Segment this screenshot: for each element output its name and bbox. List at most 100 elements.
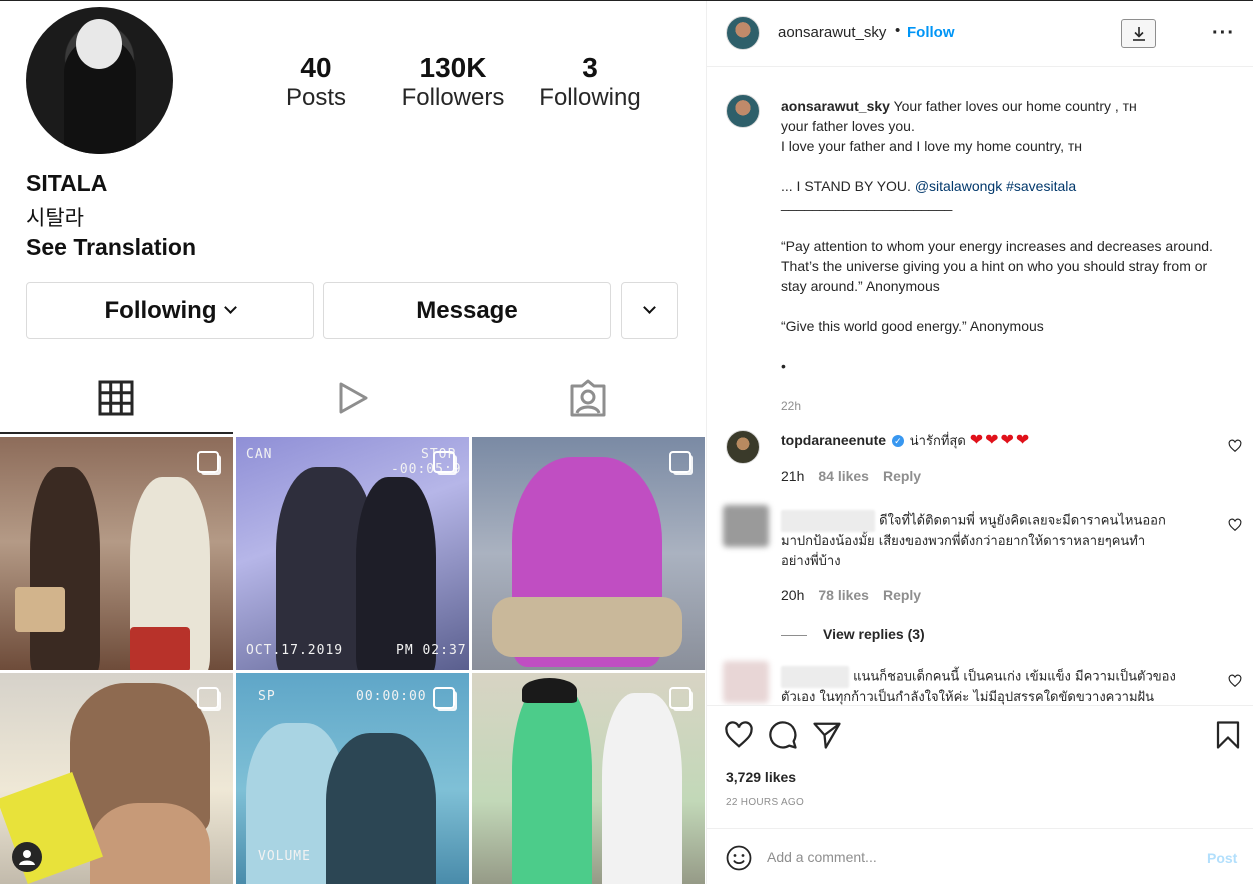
author-avatar[interactable] xyxy=(726,16,760,50)
comment-text: ตัวเอง ในทุกก้าวเป็นกำลังใจให้ค่ะ ไม่มีอ… xyxy=(781,690,1155,705)
comment-text: แนนก็ชอบเด็กคนนี้ เป็นคนเก่ง เข้มแข็ง มี… xyxy=(853,669,1176,685)
grid-post[interactable] xyxy=(0,437,233,670)
stat-followers[interactable]: 130K Followers xyxy=(395,52,511,112)
grid-post[interactable] xyxy=(472,437,705,670)
bookmark-icon[interactable] xyxy=(1213,720,1243,750)
download-icon xyxy=(1132,26,1145,41)
comments-section: aonsarawut_sky Your father loves our hom… xyxy=(707,68,1253,705)
caption-divider: ______________________ xyxy=(781,195,953,211)
message-button[interactable]: Message xyxy=(323,282,611,339)
like-comment-heart-icon[interactable] xyxy=(1228,674,1242,688)
comment-text: มาปกป้องน้องมั้ย เสียงของพวกพี่ดังกว่าอย… xyxy=(781,534,1146,549)
post-actions: 3,729 likes 22 HOURS AGO xyxy=(707,705,1253,828)
share-direct-icon[interactable] xyxy=(812,720,842,750)
multi-photo-icon xyxy=(433,451,455,473)
tab-tagged[interactable] xyxy=(558,372,618,424)
tab-reels[interactable] xyxy=(323,372,383,424)
stat-posts[interactable]: 40 Posts xyxy=(276,52,356,112)
stat-posts-label: Posts xyxy=(285,84,347,111)
stat-followers-label: Followers xyxy=(401,84,505,111)
multi-photo-icon xyxy=(197,451,219,473)
following-button-label: Following xyxy=(104,296,217,324)
comment-age[interactable]: 20h xyxy=(781,587,804,603)
stat-following-label: Following xyxy=(539,84,641,111)
stat-following-count: 3 xyxy=(582,52,598,83)
overlay-text: 00:00:00 xyxy=(356,689,427,704)
follow-button[interactable]: Follow xyxy=(907,24,955,41)
profile-pane: 40 Posts 130K Followers 3 Following SITA… xyxy=(0,0,706,884)
view-replies-button[interactable]: View replies (3) xyxy=(781,624,1191,644)
multi-photo-icon xyxy=(669,451,691,473)
chevron-down-icon xyxy=(224,301,238,314)
blurred-commenter-avatar[interactable] xyxy=(723,661,769,703)
emoji-icon[interactable] xyxy=(726,845,752,871)
post-header: aonsarawut_sky • Follow ··· xyxy=(707,0,1253,67)
add-comment-bar: Post xyxy=(707,828,1253,884)
suggested-dropdown-button[interactable] xyxy=(621,282,678,339)
stat-following[interactable]: 3 Following xyxy=(532,52,648,112)
caption-bullet: • xyxy=(781,358,786,374)
user-icon xyxy=(19,850,35,865)
overlay-text: VOLUME xyxy=(258,849,311,864)
grid-post[interactable]: SP 00:00:00 VOLUME xyxy=(236,673,469,884)
likes-count[interactable]: 3,729 likes xyxy=(726,769,796,785)
caption-line: I love your father and I love my home co… xyxy=(781,138,1083,154)
hashtag-link[interactable]: #savesitala xyxy=(1006,178,1076,194)
comment-text: อย่างพี่บ้าง xyxy=(781,554,841,569)
multi-photo-icon xyxy=(197,687,219,709)
commenter-username[interactable]: topdaraneenute xyxy=(781,432,886,448)
download-button[interactable] xyxy=(1121,19,1156,48)
overlay-text: OCT.17.2019 xyxy=(246,643,344,658)
profile-name-alt: 시탈라 xyxy=(26,206,84,230)
account-switcher-button[interactable] xyxy=(12,842,42,872)
comment-text: น่ารักที่สุด xyxy=(909,434,966,449)
like-comment-heart-icon[interactable] xyxy=(1228,439,1242,453)
comment-item: ดีใจที่ได้ติดตามพี่ หนูยังคิดเลยจะมีดารา… xyxy=(781,510,1191,572)
mention-link[interactable]: @sitalawongk xyxy=(915,178,1002,194)
overlay-text: PM 02:37 xyxy=(396,643,467,658)
caption-username[interactable]: aonsarawut_sky xyxy=(781,98,890,114)
multi-photo-icon xyxy=(433,687,455,709)
reply-button[interactable]: Reply xyxy=(883,587,921,603)
post-timestamp[interactable]: 22 HOURS AGO xyxy=(726,797,804,808)
following-button[interactable]: Following xyxy=(26,282,314,339)
comment-age[interactable]: 21h xyxy=(781,468,804,484)
stat-posts-count: 40 xyxy=(300,52,332,83)
grid-post[interactable]: CAN STOP -00:05:9 OCT.17.2019 PM 02:37 xyxy=(236,437,469,670)
profile-avatar[interactable] xyxy=(26,7,173,154)
grid-icon xyxy=(98,380,134,416)
reply-button[interactable]: Reply xyxy=(883,468,921,484)
comment-meta: 20h 78 likes Reply xyxy=(781,585,1191,605)
comment-item: แนนก็ชอบเด็กคนนี้ เป็นคนเก่ง เข้มแข็ง มี… xyxy=(781,666,1191,705)
like-heart-icon[interactable] xyxy=(724,720,754,750)
blurred-username[interactable] xyxy=(781,510,875,532)
more-options-icon[interactable]: ··· xyxy=(1212,22,1235,45)
grid-post[interactable] xyxy=(472,673,705,884)
caption-quote: “Pay attention to whom your energy incre… xyxy=(781,238,1213,294)
play-icon xyxy=(339,382,368,414)
like-comment-heart-icon[interactable] xyxy=(1228,518,1242,532)
commenter-avatar[interactable] xyxy=(726,430,760,464)
post-comment-button[interactable]: Post xyxy=(1207,850,1237,866)
comment-input[interactable] xyxy=(767,843,1167,871)
tagged-user-icon xyxy=(570,379,606,417)
comment-item: topdaraneenute ✓ น่ารักที่สุด ❤❤❤❤ xyxy=(781,430,1191,452)
tab-posts-grid[interactable] xyxy=(86,372,146,424)
blurred-username[interactable] xyxy=(781,666,849,688)
see-translation-link[interactable]: See Translation xyxy=(26,234,196,261)
message-button-label: Message xyxy=(416,296,518,324)
stat-followers-count: 130K xyxy=(419,52,487,83)
chevron-down-icon xyxy=(643,301,656,314)
comment-likes[interactable]: 84 likes xyxy=(818,468,869,484)
separator-dot: • xyxy=(895,22,901,39)
profile-name: SITALA xyxy=(26,170,108,196)
heart-emoji-text: ❤❤❤❤ xyxy=(969,432,1032,449)
overlay-text: SP xyxy=(258,689,276,704)
author-username[interactable]: aonsarawut_sky xyxy=(778,24,886,41)
comment-likes[interactable]: 78 likes xyxy=(818,587,869,603)
blurred-commenter-avatar[interactable] xyxy=(723,505,769,547)
caption-author-avatar[interactable] xyxy=(726,94,760,128)
comment-bubble-icon[interactable] xyxy=(768,720,798,750)
comment-text: ดีใจที่ได้ติดตามพี่ หนูยังคิดเลยจะมีดารา… xyxy=(879,513,1166,529)
caption-age[interactable]: 22h xyxy=(781,396,1231,416)
